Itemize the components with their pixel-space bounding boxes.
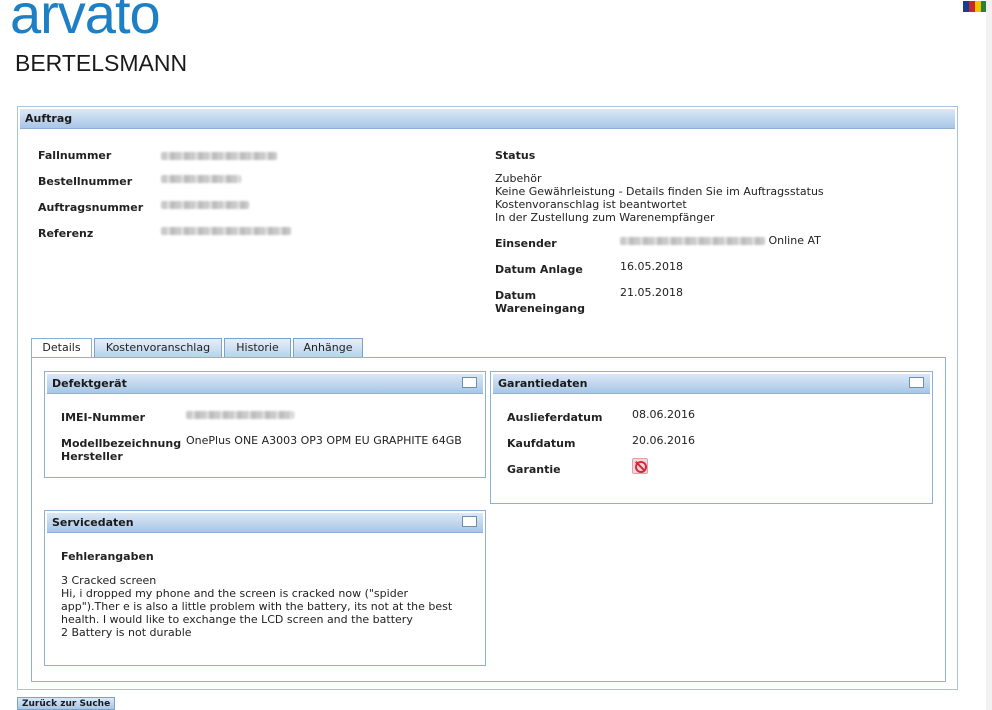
language-flag-icon[interactable] [962, 0, 988, 13]
service-panel: Servicedaten Fehlerangaben 3 Cracked scr… [44, 510, 486, 666]
fehlerangaben-text: 3 Cracked screen Hi, i dropped my phone … [61, 574, 453, 639]
service-panel-title: Servicedaten [52, 516, 134, 529]
auslieferdatum-label: Auslieferdatum [507, 411, 603, 424]
warranty-panel: Garantiedaten Auslieferdatum 08.06.2016 … [490, 371, 933, 504]
device-panel: Defektgerät IMEI-Nummer Modellbezeichnun… [44, 371, 486, 478]
auftragsnummer-value [161, 198, 249, 211]
status-label: Status [495, 149, 536, 162]
referenz-label: Referenz [38, 227, 94, 240]
datum-wareneingang-value: 21.05.2018 [620, 286, 683, 299]
einsender-value: Online AT [620, 234, 821, 247]
imei-label: IMEI-Nummer [61, 411, 146, 424]
datum-wareneingang-label: Datum Wareneingang [495, 289, 585, 315]
fehlerangaben-label: Fehlerangaben [61, 550, 154, 563]
model-value: OnePlus ONE A3003 OP3 OPM EU GRAPHITE 64… [186, 434, 462, 447]
warranty-panel-title: Garantiedaten [498, 377, 588, 390]
order-panel-header: Auftrag [20, 109, 955, 129]
no-entry-icon [632, 458, 648, 474]
warranty-panel-header: Garantiedaten [493, 374, 930, 394]
logo-brand: arvato [10, 0, 161, 45]
kaufdatum-label: Kaufdatum [507, 437, 576, 450]
referenz-value [161, 224, 291, 237]
arvato-logo: arvato BERTELSMANN [10, 0, 250, 80]
datum-anlage-value: 16.05.2018 [620, 260, 683, 273]
fallnummer-label: Fallnummer [38, 149, 112, 162]
tab-historie[interactable]: Historie [224, 338, 291, 358]
bestellnummer-label: Bestellnummer [38, 175, 133, 188]
kaufdatum-value: 20.06.2016 [632, 434, 695, 447]
datum-anlage-label: Datum Anlage [495, 263, 583, 276]
auftragsnummer-label: Auftragsnummer [38, 201, 144, 214]
tab-details[interactable]: Details [31, 338, 92, 359]
einsender-label: Einsender [495, 237, 557, 250]
model-label: Modellbezeichnung Hersteller [61, 437, 182, 463]
bestellnummer-value [161, 172, 241, 185]
garantie-label: Garantie [507, 463, 561, 476]
tab-kostenvoranschlag[interactable]: Kostenvoranschlag [94, 338, 222, 358]
device-panel-header: Defektgerät [47, 374, 483, 394]
vertical-scrollbar[interactable] [986, 0, 992, 710]
order-panel: Auftrag Fallnummer Bestellnummer Auftrag… [17, 106, 958, 690]
auslieferdatum-value: 08.06.2016 [632, 408, 695, 421]
collapse-icon[interactable] [909, 377, 924, 388]
back-to-search-button[interactable]: Zurück zur Suche [17, 697, 116, 710]
details-tab-content: Defektgerät IMEI-Nummer Modellbezeichnun… [31, 357, 946, 682]
fallnummer-value [161, 149, 277, 162]
status-text: Zubehör Keine Gewährleistung - Details f… [495, 172, 824, 224]
logo-parent: BERTELSMANN [15, 50, 188, 76]
device-panel-title: Defektgerät [52, 377, 127, 390]
service-panel-header: Servicedaten [47, 513, 483, 533]
collapse-icon[interactable] [462, 516, 477, 527]
imei-value [186, 408, 294, 421]
tab-anhaenge[interactable]: Anhänge [293, 338, 363, 358]
einsender-suffix: Online AT [768, 234, 821, 247]
collapse-icon[interactable] [462, 377, 477, 388]
